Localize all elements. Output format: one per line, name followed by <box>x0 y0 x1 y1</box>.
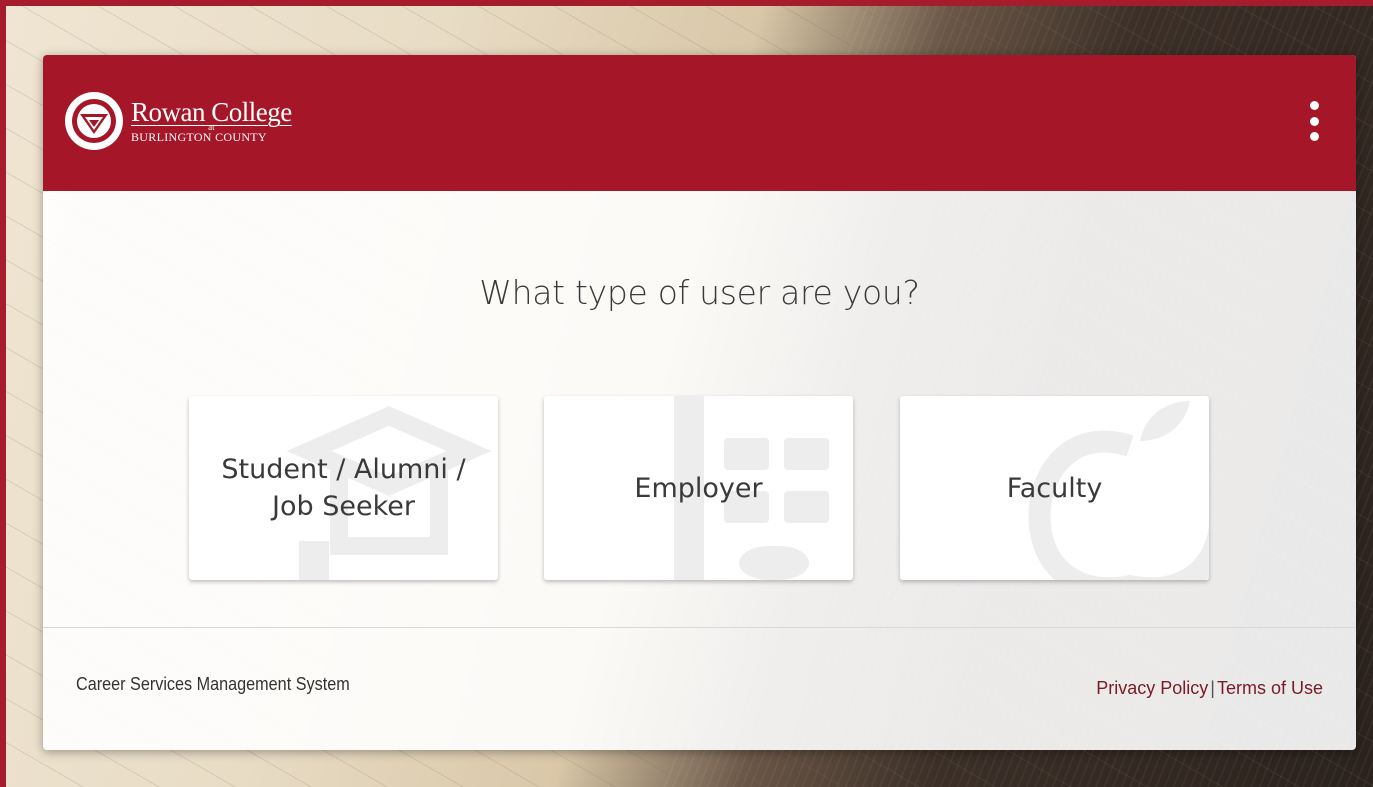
logo-name-line2: BURLINGTON COUNTY <box>131 130 267 144</box>
more-vertical-icon[interactable] <box>1304 99 1324 143</box>
privacy-policy-link[interactable]: Privacy Policy <box>1096 678 1208 698</box>
student-alumni-label: Student / Alumni / Job Seeker <box>221 454 466 522</box>
footer-links: Privacy Policy | Terms of Use <box>1096 678 1323 699</box>
system-name: Career Services Management System <box>76 674 350 694</box>
user-type-card: Rowan College at BURLINGTON COUNTY What … <box>43 55 1356 750</box>
college-seal-icon <box>65 92 123 150</box>
faculty-label: Faculty <box>1006 472 1103 504</box>
student-alumni-option[interactable]: Student / Alumni / Job Seeker <box>189 396 498 580</box>
footer-link-separator: | <box>1210 678 1215 698</box>
employer-option[interactable]: Employer <box>544 396 853 580</box>
page-question: What type of user are you? <box>479 273 920 312</box>
footer-divider <box>43 627 1356 628</box>
header-bar: Rowan College at BURLINGTON COUNTY <box>43 55 1356 191</box>
college-logo[interactable]: Rowan College at BURLINGTON COUNTY <box>65 92 292 150</box>
terms-of-use-link[interactable]: Terms of Use <box>1217 678 1323 698</box>
faculty-option[interactable]: Faculty <box>900 396 1209 580</box>
employer-label: Employer <box>634 472 763 504</box>
